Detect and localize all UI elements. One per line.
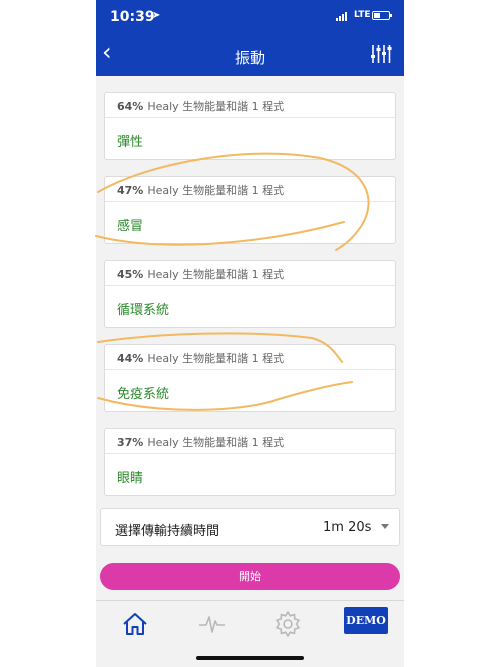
item-program: Healy 生物能量和諧 1 程式 bbox=[147, 184, 285, 197]
item-header: 45% Healy 生物能量和諧 1 程式 bbox=[105, 261, 395, 286]
battery-icon bbox=[372, 11, 392, 20]
duration-value: 1m 20s bbox=[323, 520, 372, 535]
list-item[interactable]: 37% Healy 生物能量和諧 1 程式 眼睛 bbox=[104, 428, 396, 496]
duration-select[interactable]: 選擇傳輸持續時間 1m 20s bbox=[100, 508, 400, 546]
status-bar: 10:39 ➤ LTE bbox=[96, 0, 404, 34]
item-header: 47% Healy 生物能量和諧 1 程式 bbox=[105, 177, 395, 202]
item-percent: 64% bbox=[117, 100, 144, 113]
home-icon[interactable] bbox=[120, 609, 150, 639]
list-item[interactable]: 64% Healy 生物能量和諧 1 程式 彈性 bbox=[104, 92, 396, 160]
gear-icon[interactable] bbox=[273, 609, 303, 639]
item-name: 免疫系統 bbox=[117, 387, 170, 402]
item-name: 彈性 bbox=[117, 135, 144, 150]
status-time: 10:39 bbox=[110, 9, 155, 25]
list-item[interactable]: 47% Healy 生物能量和諧 1 程式 感冒 bbox=[104, 176, 396, 244]
item-header: 64% Healy 生物能量和諧 1 程式 bbox=[105, 93, 395, 118]
duration-label: 選擇傳輸持續時間 bbox=[115, 524, 220, 539]
list-item[interactable]: 45% Healy 生物能量和諧 1 程式 循環系統 bbox=[104, 260, 396, 328]
item-program: Healy 生物能量和諧 1 程式 bbox=[147, 100, 285, 113]
page-title: 振動 bbox=[234, 49, 265, 67]
dropdown-caret-icon bbox=[381, 524, 389, 529]
list-item[interactable]: 44% Healy 生物能量和諧 1 程式 免疫系統 bbox=[104, 344, 396, 412]
item-header: 37% Healy 生物能量和諧 1 程式 bbox=[105, 429, 395, 454]
location-arrow-icon: ➤ bbox=[152, 10, 161, 21]
phone-screen: 10:39 ➤ LTE ‹ 振動 64% Healy 生物能量和諧 1 程式 彈… bbox=[96, 0, 404, 667]
filter-sliders-icon[interactable] bbox=[370, 43, 392, 65]
item-program: Healy 生物能量和諧 1 程式 bbox=[147, 268, 285, 281]
network-label: LTE bbox=[354, 10, 371, 20]
item-percent: 45% bbox=[117, 268, 144, 281]
item-percent: 37% bbox=[117, 436, 144, 449]
item-percent: 44% bbox=[117, 352, 144, 365]
item-program: Healy 生物能量和諧 1 程式 bbox=[147, 436, 285, 449]
item-header: 44% Healy 生物能量和諧 1 程式 bbox=[105, 345, 395, 370]
item-percent: 47% bbox=[117, 184, 144, 197]
start-button[interactable]: 開始 bbox=[100, 563, 400, 590]
signal-icon bbox=[336, 12, 347, 21]
tab-bar: DEMO bbox=[96, 600, 404, 648]
item-program: Healy 生物能量和諧 1 程式 bbox=[147, 352, 285, 365]
home-indicator bbox=[196, 656, 304, 660]
nav-bar: ‹ 振動 bbox=[96, 34, 404, 76]
pulse-icon[interactable] bbox=[197, 609, 227, 639]
demo-badge[interactable]: DEMO bbox=[344, 607, 388, 634]
item-name: 感冒 bbox=[117, 219, 144, 234]
item-name: 循環系統 bbox=[117, 303, 170, 318]
item-name: 眼睛 bbox=[117, 471, 144, 486]
